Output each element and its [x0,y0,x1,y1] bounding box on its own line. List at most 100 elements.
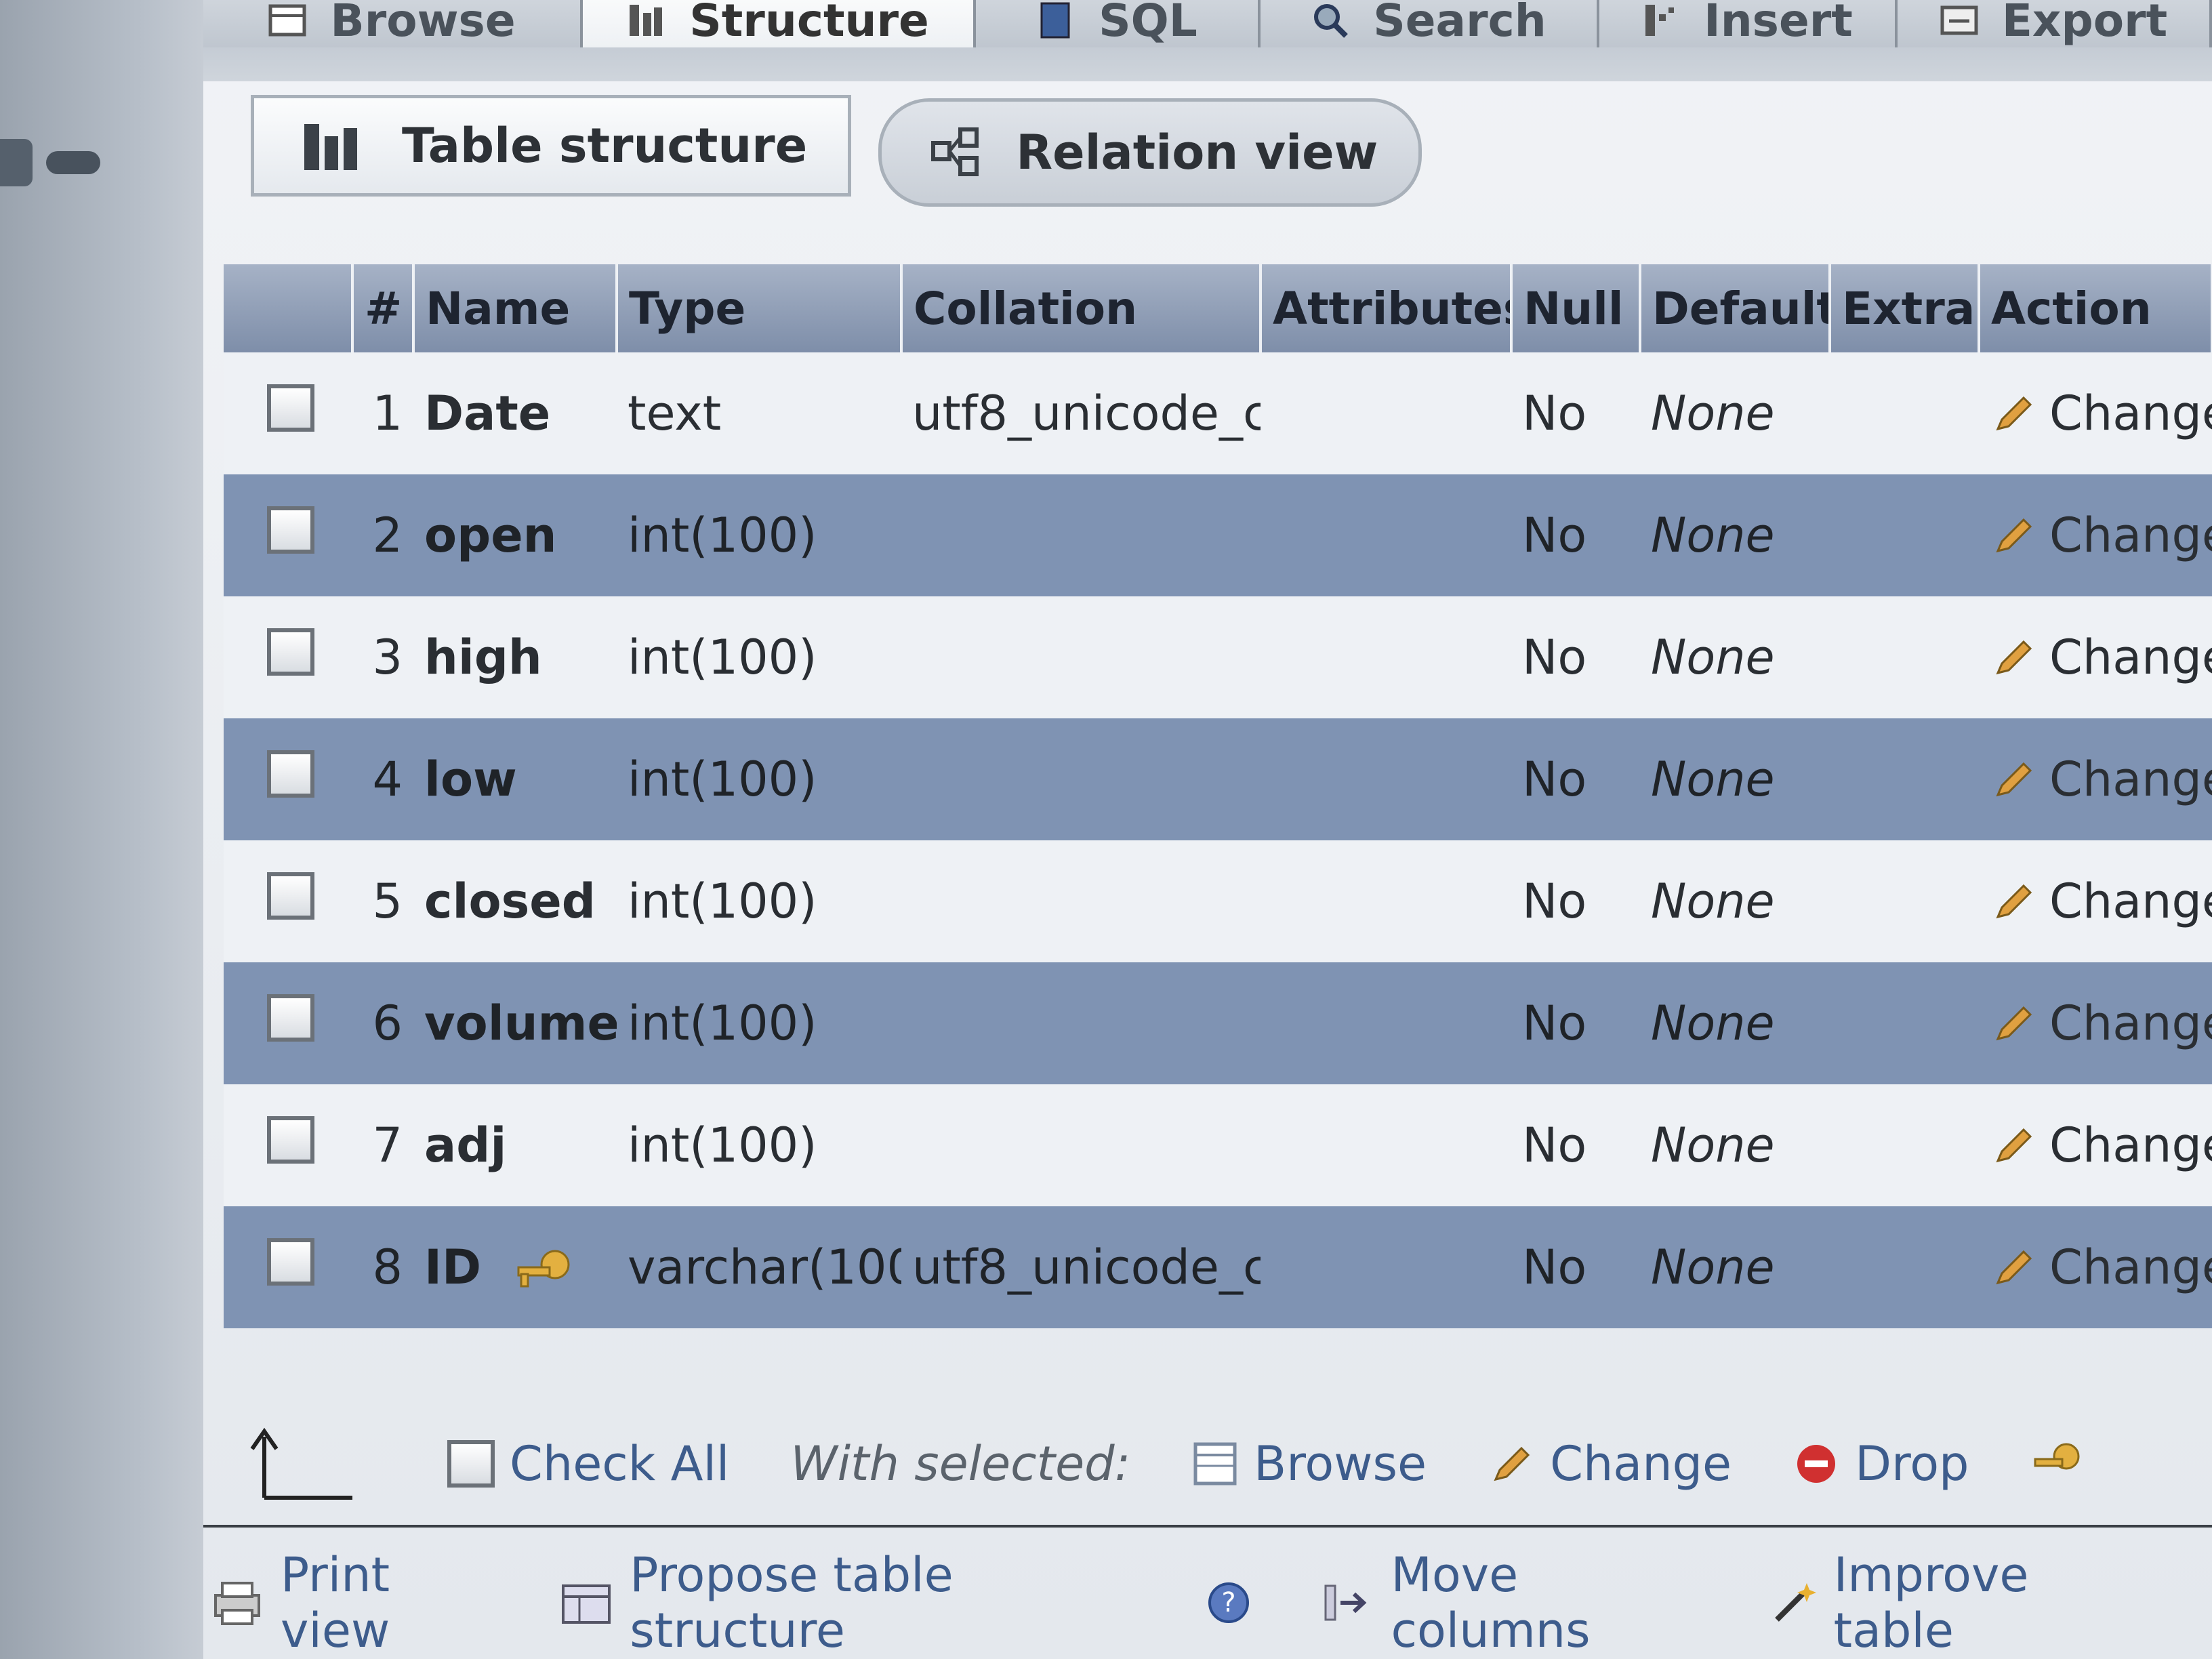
arrow-up-icon [244,1423,352,1504]
row-checkbox[interactable] [267,872,314,920]
header-attributes[interactable]: Attributes [1261,264,1513,352]
column-default: None [1640,474,1830,596]
row-select-cell [224,1084,352,1206]
row-checkbox[interactable] [267,628,314,676]
action-cell: Change [1979,718,2212,840]
move-columns-icon [1320,1579,1374,1626]
structure-icon [302,119,369,173]
table-row: 6 volume int(100) No None Change [224,962,2212,1084]
change-link[interactable]: Change [1990,996,2212,1051]
header-collation[interactable]: Collation [901,264,1262,352]
tab-browse[interactable]: Browse [203,0,583,47]
column-extra [1830,352,1979,474]
header-default[interactable]: Default [1640,264,1831,352]
header-name[interactable]: Name [413,264,618,352]
column-type: int(100) [617,474,901,596]
change-link[interactable]: Change [1990,874,2212,929]
propose-structure-link[interactable]: Propose table structure [559,1547,1137,1658]
row-checkbox[interactable] [267,1237,314,1286]
print-view-link[interactable]: Print view [210,1547,491,1658]
change-link[interactable]: Change [1990,386,2212,441]
browse-icon [1191,1440,1239,1488]
tab-insert-label: Insert [1704,0,1853,47]
row-select-cell [224,1206,352,1328]
row-checkbox[interactable] [267,506,314,554]
row-number: 4 [352,718,413,840]
help-icon[interactable]: ? [1205,1579,1252,1626]
pencil-icon [1488,1440,1535,1488]
row-checkbox[interactable] [267,1115,314,1164]
pencil-icon [1990,390,2037,437]
tab-sql[interactable]: SQL [976,0,1261,47]
table-row: 5 closed int(100) No None Change [224,840,2212,962]
bulk-change-button[interactable]: Change [1488,1436,1732,1492]
row-checkbox[interactable] [267,750,314,798]
tab-structure[interactable]: Structure [583,0,976,47]
action-cell: Change [1979,352,2212,474]
column-type: int(100) [617,1084,901,1206]
column-null: No [1511,718,1640,840]
pencil-icon [1990,634,2037,681]
column-attributes [1261,352,1511,474]
header-num[interactable]: # [352,264,415,352]
check-all-checkbox[interactable] [447,1440,495,1488]
bulk-browse-button[interactable]: Browse [1191,1436,1427,1492]
header-null[interactable]: Null [1511,264,1641,352]
structure-icon [627,1,666,40]
change-label: Change [2049,996,2212,1051]
table-row: 1 Date text utf8_unicode_ci No None Chan… [224,352,2212,474]
row-number: 7 [352,1084,413,1206]
column-name: adj [413,1084,617,1206]
column-collation [901,718,1261,840]
header-extra[interactable]: Extra [1830,264,1980,352]
collapse-icon[interactable] [0,139,33,186]
primary-key-icon[interactable] [2030,1440,2084,1488]
column-null: No [1511,1206,1640,1328]
bulk-drop-label: Drop [1855,1436,1969,1492]
tab-search[interactable]: Search [1261,0,1599,47]
row-checkbox[interactable] [267,994,314,1042]
tab-export[interactable]: Export [1898,0,2212,47]
pencil-icon [1990,1122,2037,1169]
improve-table-label: Improve table [1833,1547,2029,1658]
column-default: None [1640,352,1830,474]
check-all-control[interactable]: Check All [447,1436,729,1492]
bulk-browse-label: Browse [1254,1436,1427,1492]
column-type: text [617,352,901,474]
improve-table-link[interactable]: Improve table [1770,1547,2135,1658]
column-collation: utf8_unicode_ci [901,1206,1261,1328]
change-link[interactable]: Change [1990,1240,2212,1295]
row-number: 5 [352,840,413,962]
column-type: int(100) [617,840,901,962]
change-link[interactable]: Change [1990,1118,2212,1173]
table-row: 4 low int(100) No None Change [224,718,2212,840]
relation-view-label: Relation view [1016,125,1378,180]
change-link[interactable]: Change [1990,630,2212,685]
column-default: None [1640,718,1830,840]
structure-table-wrapper: # Name Type Collation Attributes Null De… [224,264,2212,1328]
change-link[interactable]: Change [1990,752,2212,807]
move-columns-label: Move columns [1391,1547,1591,1658]
header-type[interactable]: Type [617,264,903,352]
move-columns-link[interactable]: Move columns [1320,1547,1702,1658]
column-attributes [1261,474,1511,596]
column-attributes [1261,962,1511,1084]
relation-icon [929,125,983,180]
link-icon[interactable] [46,151,100,174]
change-link[interactable]: Change [1990,508,2212,563]
bulk-drop-button[interactable]: Drop [1793,1436,1969,1492]
tab-insert[interactable]: Insert [1599,0,1898,47]
pencil-icon [1990,512,2037,559]
relation-view-button[interactable]: Relation view [878,98,1422,207]
table-structure-button[interactable]: Table structure [251,95,852,197]
action-cell: Change [1979,1206,2212,1328]
row-checkbox[interactable] [267,384,314,432]
column-null: No [1511,352,1640,474]
column-name: closed [413,840,617,962]
column-name: high [413,596,617,718]
table-row: 2 open int(100) No None Change [224,474,2212,596]
column-collation [901,962,1261,1084]
bulk-actions-bar: Check All With selected: Browse Change D… [244,1413,2209,1515]
svg-text:?: ? [1222,1587,1236,1618]
column-name: open [413,474,617,596]
